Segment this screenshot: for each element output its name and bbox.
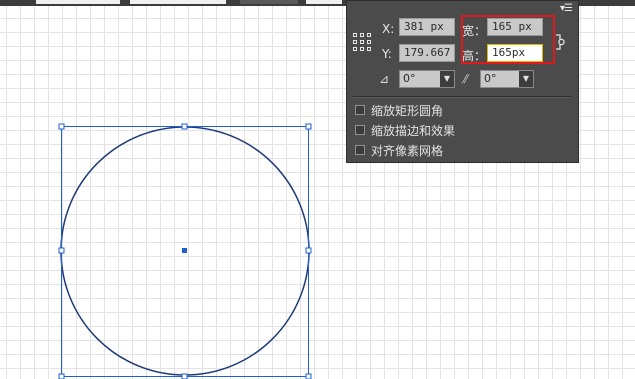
checkbox[interactable]: [355, 145, 365, 155]
reference-point-grid-icon[interactable]: [353, 33, 371, 51]
scale-corners-option[interactable]: 缩放矩形圆角: [355, 102, 443, 118]
chevron-down-icon: ▼: [440, 71, 454, 87]
handle-middle-left[interactable]: [58, 247, 65, 254]
x-label: X:: [382, 22, 395, 36]
panel-menu-icon[interactable]: ▾☰: [560, 3, 573, 14]
transform-panel: ▾☰ X: 381 px Y: 179.667 p 宽： 165 px 高： 1…: [346, 0, 579, 163]
shear-angle-icon: ⫽: [462, 72, 468, 86]
handle-bottom-left[interactable]: [58, 373, 65, 379]
y-label: Y:: [382, 47, 392, 61]
handle-middle-right[interactable]: [305, 247, 312, 254]
x-field[interactable]: 381 px: [399, 18, 455, 36]
rotate-angle-dropdown[interactable]: 0° ▼: [399, 70, 455, 88]
shear-angle-value: 0°: [484, 72, 497, 85]
option-label: 缩放描边和效果: [371, 123, 456, 138]
option-label: 缩放矩形圆角: [371, 103, 444, 118]
handle-top-center[interactable]: [181, 123, 188, 130]
option-label: 对齐像素网格: [371, 143, 444, 158]
handle-bottom-right[interactable]: [305, 373, 312, 379]
panel-divider: [353, 96, 572, 98]
size-fields-highlight: [461, 15, 555, 64]
chevron-down-icon: ▼: [519, 71, 533, 87]
rotate-angle-icon: ⊿: [379, 72, 390, 86]
y-field[interactable]: 179.667 p: [399, 44, 455, 62]
shear-angle-dropdown[interactable]: 0° ▼: [480, 70, 534, 88]
link-proportions-icon[interactable]: [553, 34, 567, 50]
align-pixel-grid-option[interactable]: 对齐像素网格: [355, 142, 443, 158]
handle-bottom-center[interactable]: [181, 373, 188, 379]
center-point: [182, 248, 187, 253]
checkbox[interactable]: [355, 105, 365, 115]
checkbox[interactable]: [355, 125, 365, 135]
scale-strokes-option[interactable]: 缩放描边和效果: [355, 122, 455, 138]
handle-top-right[interactable]: [305, 123, 312, 130]
handle-top-left[interactable]: [58, 123, 65, 130]
rotate-angle-value: 0°: [403, 72, 416, 85]
